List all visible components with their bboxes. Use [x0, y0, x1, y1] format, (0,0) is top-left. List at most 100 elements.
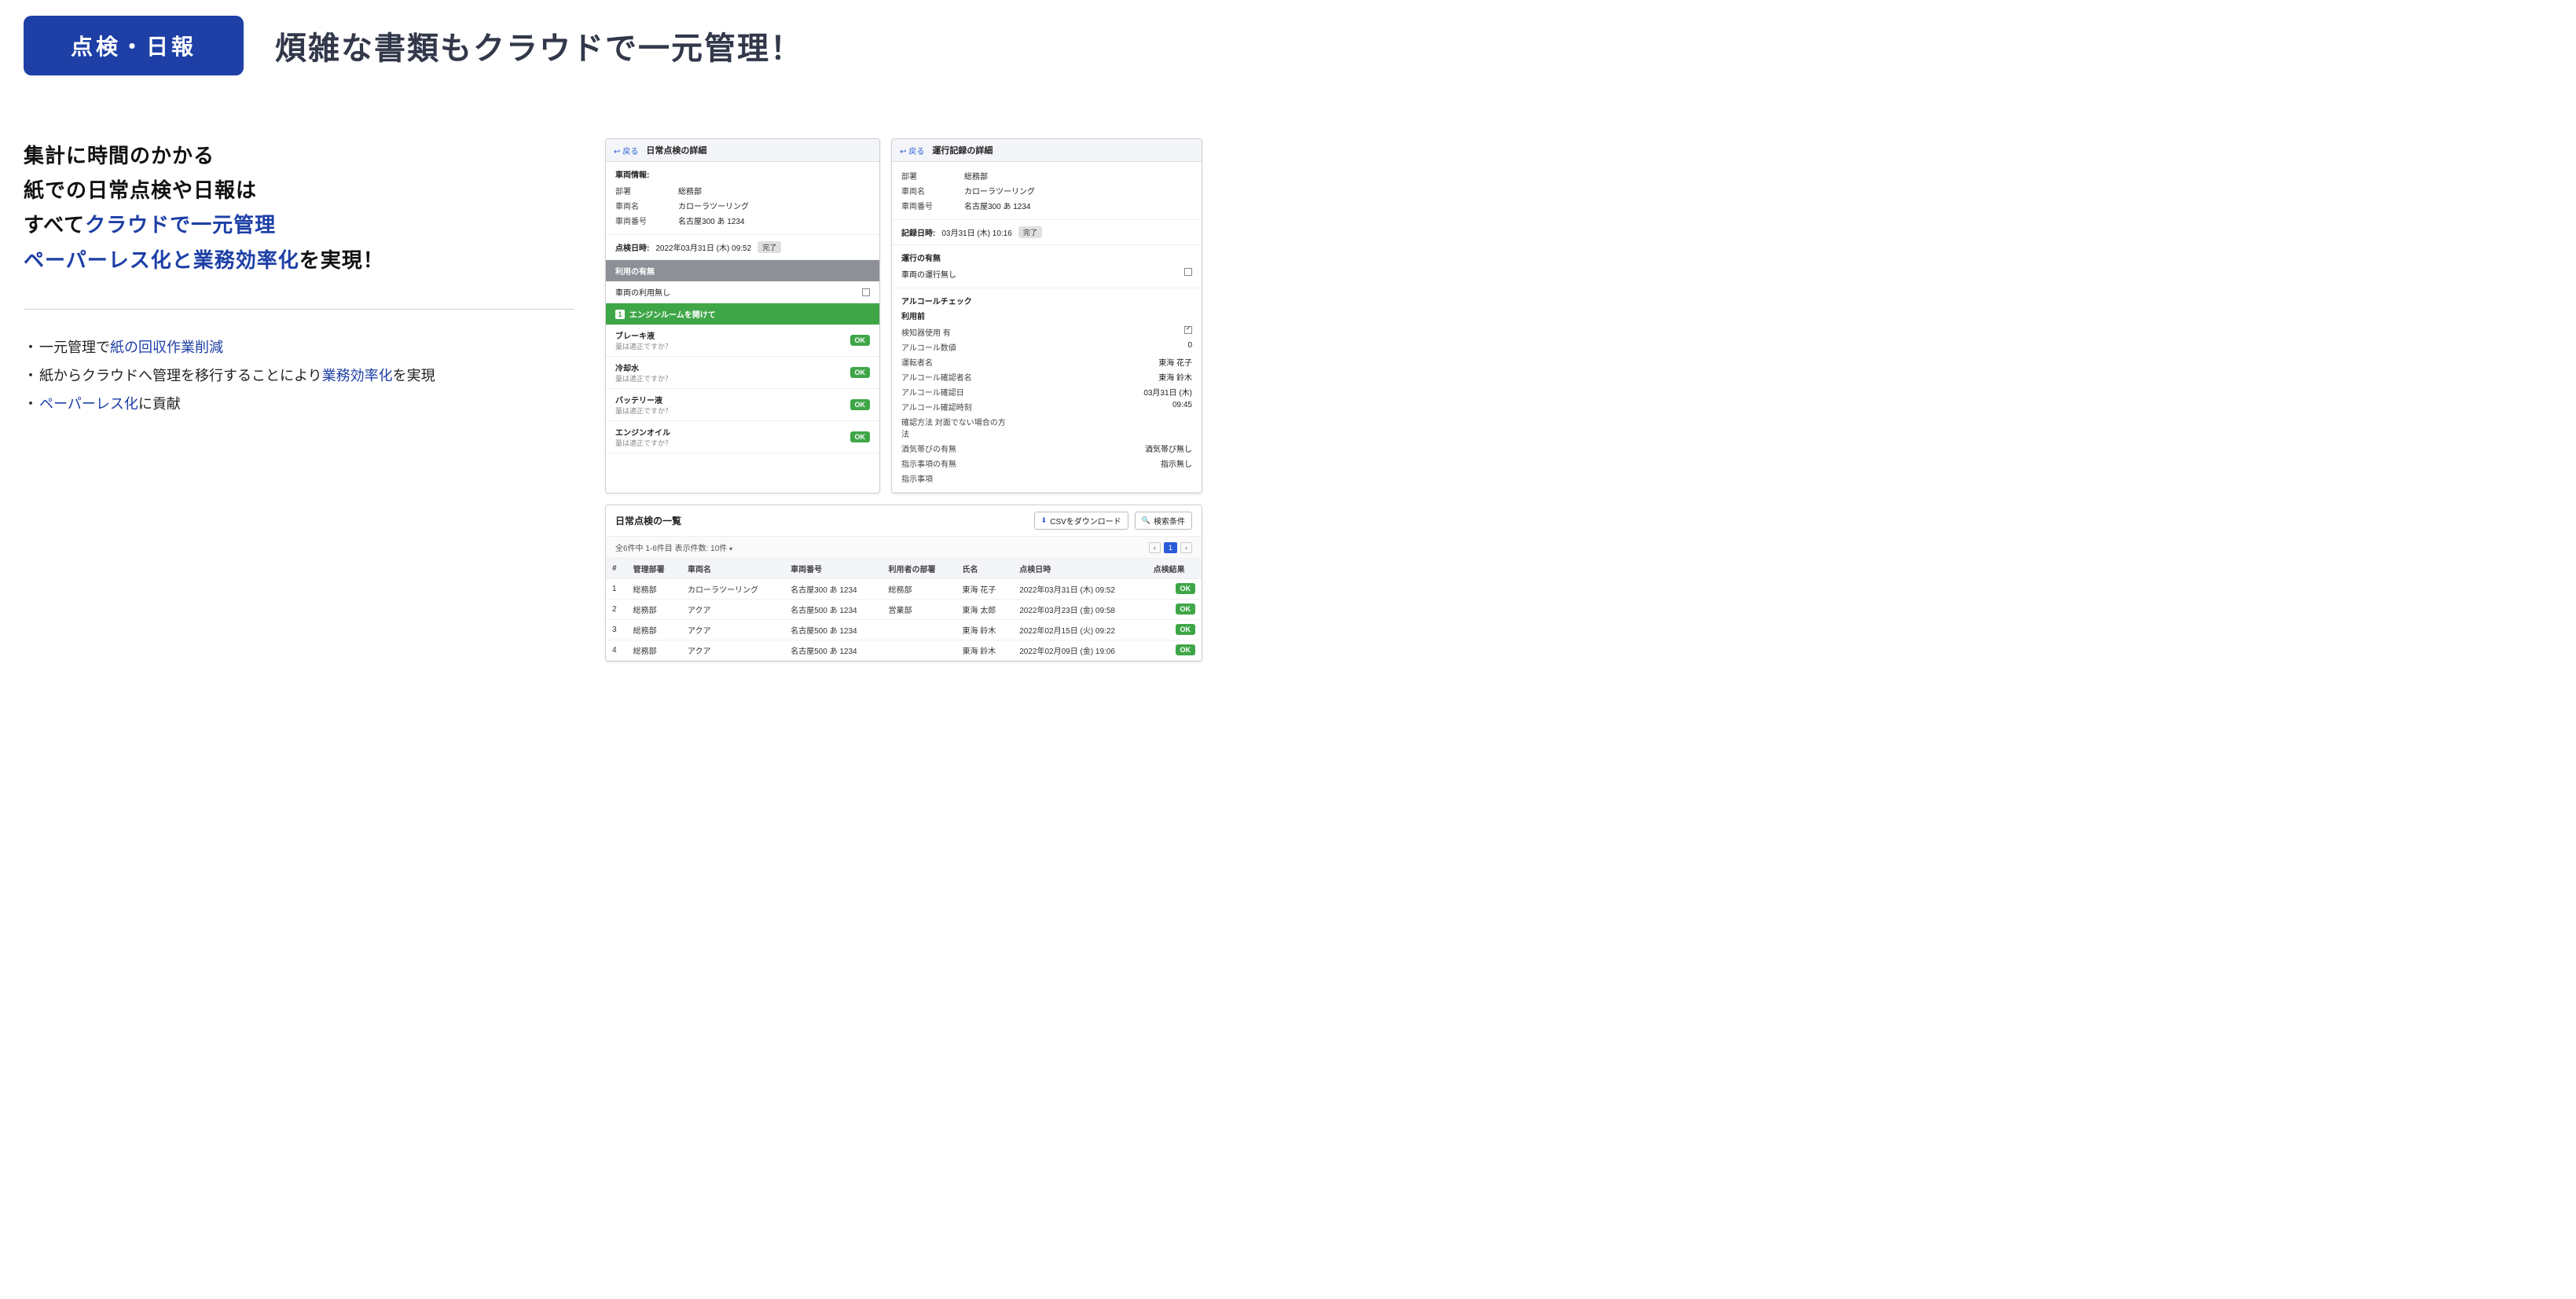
table-cell: 2022年02月09日 (金) 19:06 — [1013, 640, 1147, 661]
search-icon — [1142, 516, 1150, 525]
operation-title: 運行の有無 — [901, 251, 1192, 263]
alcohol-key: アルコール確認者名 — [901, 371, 1011, 383]
alcohol-val: 09:45 — [1172, 401, 1192, 413]
inspection-date-val: 2022年03月31日 (木) 09:52 — [655, 241, 751, 253]
check-item-row: 冷却水量は適正ですか？ OK — [606, 357, 879, 389]
operation-checkbox[interactable] — [1184, 268, 1192, 276]
subhead-line-3a: すべて — [24, 213, 85, 237]
check-item-label: ブレーキ液 — [615, 329, 672, 341]
section-number: 1 — [615, 310, 625, 319]
alcohol-row: アルコール確認日03月31日 (木) — [901, 384, 1192, 399]
dept-val: 総務部 — [678, 185, 702, 196]
table-cell: 2022年03月31日 (木) 09:52 — [1013, 579, 1147, 600]
bullet-2: ・紙からクラウドへ管理を移行することにより業務効率化を実現 — [24, 361, 574, 390]
alcohol-subtitle: 利用前 — [901, 310, 1192, 321]
table-cell: 3 — [606, 620, 627, 640]
ok-badge: OK — [850, 367, 871, 378]
alcohol-row: 指示事項の有無 指示無し — [901, 456, 1192, 471]
back-link[interactable]: 戻る — [614, 145, 638, 156]
alcohol-val: 酒気帯び無し — [1145, 442, 1192, 454]
alcohol-val: 指示無し — [1161, 457, 1192, 469]
table-row[interactable]: 2総務部アクア名古屋500 あ 1234営業部東海 太郎2022年03月23日 … — [606, 600, 1202, 620]
table-cell: 総務部 — [627, 579, 681, 600]
check-item-row: エンジンオイル量は適正ですか？OK — [606, 421, 879, 453]
page-current[interactable]: 1 — [1164, 542, 1177, 553]
table-cell: 東海 花子 — [956, 579, 1013, 600]
check-item-sub: 量は適正ですか？ — [615, 341, 672, 351]
ok-badge: OK — [1176, 644, 1196, 655]
table-cell: 名古屋500 あ 1234 — [784, 640, 882, 661]
vehicle-info-title: 車両情報: — [615, 168, 870, 180]
list-summary: 全6件中 1-6件目 表示件数: 10件 ▾ — [615, 541, 732, 553]
check-item-sub: 量は適正ですか？ — [615, 373, 672, 383]
alcohol-val: 東海 鈴木 — [1158, 371, 1192, 383]
dept-key: 部署 — [615, 185, 678, 196]
dept-val: 総務部 — [964, 170, 988, 182]
alcohol-row: 確認方法 対面でない場合の方法 — [901, 414, 1192, 441]
table-cell — [882, 640, 956, 661]
table-row[interactable]: 3総務部アクア名古屋500 あ 1234東海 鈴木2022年02月15日 (火)… — [606, 620, 1202, 640]
table-cell: 総務部 — [882, 579, 956, 600]
check-item-label: 冷却水 — [615, 361, 672, 373]
table-header: 点検結果 — [1147, 559, 1202, 579]
result-cell: OK — [1147, 600, 1202, 620]
table-header: 車両名 — [681, 559, 784, 579]
screenshots-column: 戻る 日常点検の詳細 車両情報: 部署総務部 車両名カローラツーリング 車両番号… — [605, 138, 1202, 662]
vehicle-num-key: 車両番号 — [615, 215, 678, 226]
usage-value: 車両の利用無し — [615, 286, 670, 298]
check-item-label: バッテリー液 — [615, 394, 672, 405]
alcohol-key: 指示事項の有無 — [901, 457, 1011, 469]
table-cell: 総務部 — [627, 600, 681, 620]
check-item-row: バッテリー液量は適正ですか？OK — [606, 389, 879, 421]
table-header: 車両番号 — [784, 559, 882, 579]
result-cell: OK — [1147, 640, 1202, 661]
ok-badge: OK — [850, 335, 871, 346]
table-header: 点検日時 — [1013, 559, 1147, 579]
subhead-line-1: 集計に時間のかかる — [24, 138, 574, 173]
table-cell: 総務部 — [627, 620, 681, 640]
check-item-label: エンジンオイル — [615, 426, 672, 438]
page-prev[interactable]: ‹ — [1149, 542, 1161, 553]
table-cell — [882, 620, 956, 640]
panel-title: 運行記録の詳細 — [932, 144, 993, 156]
record-date-key: 記録日時: — [901, 226, 935, 238]
table-cell: 総務部 — [627, 640, 681, 661]
ok-badge: OK — [1176, 604, 1196, 615]
inspection-list-panel: 日常点検の一覧 CSVをダウンロード 検索条件 全6件中 1-6件目 表示件数:… — [605, 505, 1202, 662]
table-cell: アクア — [681, 620, 784, 640]
table-row[interactable]: 1総務部カローラツーリング名古屋300 あ 1234総務部東海 花子2022年0… — [606, 579, 1202, 600]
operation-record-panel: 戻る 運行記録の詳細 部署総務部 車両名カローラツーリング 車両番号名古屋300… — [891, 138, 1202, 494]
vehicle-num-val: 名古屋300 あ 1234 — [964, 200, 1031, 211]
table-row[interactable]: 4総務部アクア名古屋500 あ 1234東海 鈴木2022年02月09日 (金)… — [606, 640, 1202, 661]
dept-key: 部署 — [901, 170, 964, 182]
table-cell: 2022年02月15日 (火) 09:22 — [1013, 620, 1147, 640]
vehicle-name-key: 車両名 — [615, 200, 678, 211]
vehicle-num-val: 名古屋300 あ 1234 — [678, 215, 745, 226]
page-next[interactable]: › — [1180, 542, 1192, 553]
panel-title: 日常点検の詳細 — [646, 144, 706, 156]
alcohol-row: 酒気帯びの有無酒気帯び無し — [901, 441, 1192, 456]
detector-checkbox[interactable] — [1184, 326, 1192, 334]
alcohol-key: アルコール確認時刻 — [901, 401, 1011, 413]
vehicle-name-key: 車両名 — [901, 185, 964, 196]
alcohol-val: 東海 花子 — [1158, 356, 1192, 368]
ok-badge: OK — [1176, 583, 1196, 594]
back-link[interactable]: 戻る — [900, 145, 924, 156]
table-cell: 営業部 — [882, 600, 956, 620]
vehicle-name-val: カローラツーリング — [678, 200, 749, 211]
table-cell: 4 — [606, 640, 627, 661]
alcohol-row: 検知器使用 有 — [901, 325, 1192, 339]
search-conditions-button[interactable]: 検索条件 — [1135, 512, 1192, 530]
table-header: 氏名 — [956, 559, 1013, 579]
result-cell: OK — [1147, 620, 1202, 640]
usage-section-header: 利用の有無 — [606, 260, 879, 281]
check-item-sub: 量は適正ですか？ — [615, 405, 672, 416]
table-header: 利用者の部署 — [882, 559, 956, 579]
ok-badge: OK — [1176, 624, 1196, 635]
alcohol-key: 指示事項 — [901, 472, 1011, 484]
alcohol-row: 運転者名 東海 花子 — [901, 354, 1192, 369]
csv-download-button[interactable]: CSVをダウンロード — [1034, 512, 1128, 530]
alcohol-key: アルコール数値 — [901, 341, 1011, 353]
usage-checkbox[interactable] — [862, 288, 870, 296]
alcohol-key: 運転者名 — [901, 356, 1011, 368]
